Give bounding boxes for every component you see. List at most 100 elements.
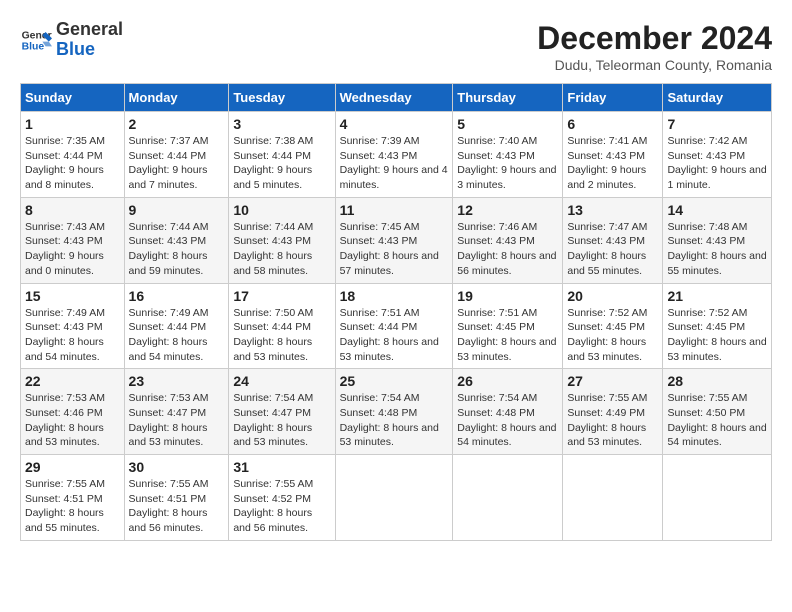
day-info: Sunrise: 7:54 AM Sunset: 4:48 PM Dayligh…: [457, 391, 558, 450]
day-cell: 29 Sunrise: 7:55 AM Sunset: 4:51 PM Dayl…: [21, 455, 125, 541]
daylight-text: Daylight: 9 hours and 0 minutes.: [25, 249, 120, 278]
sunrise-text: Sunrise: 7:52 AM: [567, 306, 658, 321]
sunset-text: Sunset: 4:44 PM: [129, 320, 225, 335]
daylight-text: Daylight: 8 hours and 56 minutes.: [233, 506, 330, 535]
day-info: Sunrise: 7:45 AM Sunset: 4:43 PM Dayligh…: [340, 220, 449, 279]
day-cell: [663, 455, 772, 541]
day-number: 8: [25, 202, 120, 218]
day-number: 4: [340, 116, 449, 132]
logo-icon: General Blue: [20, 24, 52, 56]
daylight-text: Daylight: 8 hours and 56 minutes.: [457, 249, 558, 278]
day-info: Sunrise: 7:55 AM Sunset: 4:51 PM Dayligh…: [129, 477, 225, 536]
sunset-text: Sunset: 4:43 PM: [667, 149, 767, 164]
day-info: Sunrise: 7:37 AM Sunset: 4:44 PM Dayligh…: [129, 134, 225, 193]
sunset-text: Sunset: 4:47 PM: [233, 406, 330, 421]
sunset-text: Sunset: 4:48 PM: [457, 406, 558, 421]
day-number: 28: [667, 373, 767, 389]
daylight-text: Daylight: 8 hours and 54 minutes.: [667, 421, 767, 450]
daylight-text: Daylight: 8 hours and 53 minutes.: [233, 421, 330, 450]
day-cell: 6 Sunrise: 7:41 AM Sunset: 4:43 PM Dayli…: [563, 112, 663, 198]
sunrise-text: Sunrise: 7:38 AM: [233, 134, 330, 149]
daylight-text: Daylight: 8 hours and 55 minutes.: [25, 506, 120, 535]
daylight-text: Daylight: 8 hours and 55 minutes.: [667, 249, 767, 278]
week-row: 8 Sunrise: 7:43 AM Sunset: 4:43 PM Dayli…: [21, 197, 772, 283]
day-cell: 11 Sunrise: 7:45 AM Sunset: 4:43 PM Dayl…: [335, 197, 453, 283]
day-number: 16: [129, 288, 225, 304]
header: General Blue General Blue December 2024 …: [20, 20, 772, 73]
day-cell: 7 Sunrise: 7:42 AM Sunset: 4:43 PM Dayli…: [663, 112, 772, 198]
day-number: 11: [340, 202, 449, 218]
sunset-text: Sunset: 4:43 PM: [567, 234, 658, 249]
day-number: 20: [567, 288, 658, 304]
daylight-text: Daylight: 8 hours and 57 minutes.: [340, 249, 449, 278]
col-header-tuesday: Tuesday: [229, 84, 335, 112]
day-cell: 17 Sunrise: 7:50 AM Sunset: 4:44 PM Dayl…: [229, 283, 335, 369]
sunset-text: Sunset: 4:44 PM: [129, 149, 225, 164]
sunrise-text: Sunrise: 7:48 AM: [667, 220, 767, 235]
sunset-text: Sunset: 4:44 PM: [233, 320, 330, 335]
daylight-text: Daylight: 9 hours and 4 minutes.: [340, 163, 449, 192]
day-number: 23: [129, 373, 225, 389]
day-number: 22: [25, 373, 120, 389]
day-number: 15: [25, 288, 120, 304]
sunrise-text: Sunrise: 7:39 AM: [340, 134, 449, 149]
day-info: Sunrise: 7:47 AM Sunset: 4:43 PM Dayligh…: [567, 220, 658, 279]
calendar-table: SundayMondayTuesdayWednesdayThursdayFrid…: [20, 83, 772, 541]
sunrise-text: Sunrise: 7:49 AM: [129, 306, 225, 321]
day-number: 13: [567, 202, 658, 218]
day-cell: 25 Sunrise: 7:54 AM Sunset: 4:48 PM Dayl…: [335, 369, 453, 455]
day-number: 9: [129, 202, 225, 218]
week-row: 1 Sunrise: 7:35 AM Sunset: 4:44 PM Dayli…: [21, 112, 772, 198]
col-header-saturday: Saturday: [663, 84, 772, 112]
day-info: Sunrise: 7:46 AM Sunset: 4:43 PM Dayligh…: [457, 220, 558, 279]
day-cell: 8 Sunrise: 7:43 AM Sunset: 4:43 PM Dayli…: [21, 197, 125, 283]
day-cell: 21 Sunrise: 7:52 AM Sunset: 4:45 PM Dayl…: [663, 283, 772, 369]
week-row: 22 Sunrise: 7:53 AM Sunset: 4:46 PM Dayl…: [21, 369, 772, 455]
day-cell: 2 Sunrise: 7:37 AM Sunset: 4:44 PM Dayli…: [124, 112, 229, 198]
sunset-text: Sunset: 4:43 PM: [567, 149, 658, 164]
daylight-text: Daylight: 8 hours and 54 minutes.: [129, 335, 225, 364]
sunset-text: Sunset: 4:50 PM: [667, 406, 767, 421]
day-cell: [453, 455, 563, 541]
col-header-sunday: Sunday: [21, 84, 125, 112]
daylight-text: Daylight: 8 hours and 58 minutes.: [233, 249, 330, 278]
sunset-text: Sunset: 4:43 PM: [25, 234, 120, 249]
week-row: 15 Sunrise: 7:49 AM Sunset: 4:43 PM Dayl…: [21, 283, 772, 369]
daylight-text: Daylight: 8 hours and 59 minutes.: [129, 249, 225, 278]
day-number: 30: [129, 459, 225, 475]
sunrise-text: Sunrise: 7:55 AM: [129, 477, 225, 492]
daylight-text: Daylight: 8 hours and 54 minutes.: [457, 421, 558, 450]
day-number: 6: [567, 116, 658, 132]
day-cell: [563, 455, 663, 541]
day-info: Sunrise: 7:40 AM Sunset: 4:43 PM Dayligh…: [457, 134, 558, 193]
day-info: Sunrise: 7:52 AM Sunset: 4:45 PM Dayligh…: [567, 306, 658, 365]
daylight-text: Daylight: 8 hours and 53 minutes.: [567, 335, 658, 364]
day-cell: 18 Sunrise: 7:51 AM Sunset: 4:44 PM Dayl…: [335, 283, 453, 369]
sunrise-text: Sunrise: 7:55 AM: [25, 477, 120, 492]
sunset-text: Sunset: 4:43 PM: [340, 149, 449, 164]
day-cell: 12 Sunrise: 7:46 AM Sunset: 4:43 PM Dayl…: [453, 197, 563, 283]
day-number: 19: [457, 288, 558, 304]
day-info: Sunrise: 7:50 AM Sunset: 4:44 PM Dayligh…: [233, 306, 330, 365]
sunset-text: Sunset: 4:43 PM: [457, 149, 558, 164]
day-cell: 4 Sunrise: 7:39 AM Sunset: 4:43 PM Dayli…: [335, 112, 453, 198]
day-number: 31: [233, 459, 330, 475]
day-info: Sunrise: 7:55 AM Sunset: 4:50 PM Dayligh…: [667, 391, 767, 450]
day-cell: 22 Sunrise: 7:53 AM Sunset: 4:46 PM Dayl…: [21, 369, 125, 455]
day-cell: 10 Sunrise: 7:44 AM Sunset: 4:43 PM Dayl…: [229, 197, 335, 283]
logo-text: General Blue: [56, 20, 123, 60]
day-cell: 1 Sunrise: 7:35 AM Sunset: 4:44 PM Dayli…: [21, 112, 125, 198]
day-cell: 20 Sunrise: 7:52 AM Sunset: 4:45 PM Dayl…: [563, 283, 663, 369]
sunrise-text: Sunrise: 7:41 AM: [567, 134, 658, 149]
sunrise-text: Sunrise: 7:53 AM: [25, 391, 120, 406]
svg-text:Blue: Blue: [22, 41, 45, 52]
main-title: December 2024: [537, 20, 772, 57]
day-info: Sunrise: 7:44 AM Sunset: 4:43 PM Dayligh…: [233, 220, 330, 279]
day-number: 24: [233, 373, 330, 389]
sunset-text: Sunset: 4:43 PM: [233, 234, 330, 249]
sunset-text: Sunset: 4:44 PM: [25, 149, 120, 164]
col-header-friday: Friday: [563, 84, 663, 112]
sunrise-text: Sunrise: 7:51 AM: [457, 306, 558, 321]
day-cell: 28 Sunrise: 7:55 AM Sunset: 4:50 PM Dayl…: [663, 369, 772, 455]
day-number: 18: [340, 288, 449, 304]
